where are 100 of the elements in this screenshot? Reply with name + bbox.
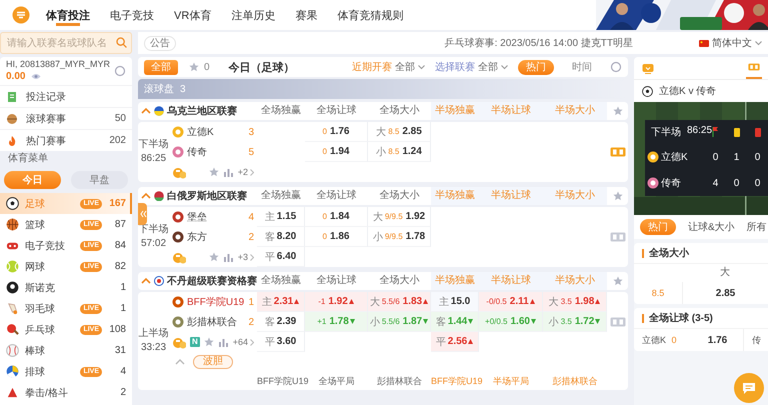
star-icon[interactable] bbox=[208, 252, 219, 262]
odds-cell[interactable]: 平 6.40 bbox=[257, 247, 305, 267]
odds-cell[interactable]: 大 5.5/6 1.83 bbox=[368, 292, 431, 312]
nav-tab[interactable]: 赛果 bbox=[293, 0, 320, 30]
column-header: 全场让球 bbox=[316, 188, 358, 203]
team-logo-icon bbox=[172, 126, 184, 138]
column-header: 全场让球 bbox=[316, 104, 358, 118]
column-header: 半场大小 bbox=[543, 187, 607, 205]
nav-tab[interactable]: 注单历史 bbox=[229, 0, 278, 30]
star-icon[interactable] bbox=[208, 167, 219, 177]
sport-item[interactable]: 斯诺克 1 bbox=[0, 277, 132, 298]
odds-cell[interactable]: 平 2.56 bbox=[431, 332, 479, 352]
column-header: 半场让球 bbox=[479, 272, 543, 290]
menu-item[interactable]: 投注记录 bbox=[0, 85, 132, 107]
shuttlecock-icon bbox=[6, 302, 19, 315]
column-header: 大 bbox=[719, 266, 731, 280]
collapse-icon[interactable] bbox=[138, 203, 147, 225]
nav-tab[interactable]: VR体育 bbox=[172, 0, 214, 30]
search-field[interactable]: 请输入联赛名或球队名 bbox=[0, 32, 132, 54]
odds-cell[interactable]: 大 8.5 2.85 bbox=[368, 122, 431, 142]
star-icon[interactable] bbox=[612, 106, 622, 116]
sport-item[interactable]: 拳击/格斗 2 bbox=[0, 382, 132, 403]
odds-cell[interactable]: 0 1.84 bbox=[305, 207, 368, 227]
odds-cell[interactable]: 客 8.20 bbox=[257, 227, 305, 247]
soccer-ball-icon bbox=[642, 86, 653, 96]
bar-chart-icon[interactable] bbox=[222, 252, 234, 262]
star-icon[interactable] bbox=[204, 337, 214, 347]
team-logo-icon bbox=[172, 231, 184, 243]
star-icon[interactable] bbox=[189, 62, 199, 72]
scoreboard-icon[interactable] bbox=[610, 317, 626, 327]
caret-down-icon bbox=[418, 64, 425, 70]
star-icon[interactable] bbox=[612, 276, 622, 286]
odds-cell[interactable]: 主 1.15 bbox=[257, 207, 305, 227]
match-clock: 86:25 bbox=[140, 152, 166, 166]
column-header: 全场让球 bbox=[316, 274, 358, 288]
odds-cell[interactable]: 小 9/9.5 1.78 bbox=[368, 227, 431, 247]
nav-tab[interactable]: 体育竞猜规则 bbox=[335, 0, 406, 30]
chevron-up-icon[interactable] bbox=[141, 107, 151, 115]
bar-chart-icon[interactable] bbox=[222, 166, 234, 178]
scoreboard-icon[interactable] bbox=[610, 147, 626, 157]
refresh-icon[interactable] bbox=[114, 65, 126, 77]
menu-icon[interactable] bbox=[12, 6, 30, 24]
balance: 0.00 bbox=[6, 70, 26, 83]
odds-cell[interactable]: 大 9/9.5 1.92 bbox=[368, 207, 431, 227]
odds-cell[interactable]: -0/0.5 2.11 bbox=[479, 292, 543, 312]
nav-tab[interactable]: 电子竞技 bbox=[108, 0, 156, 30]
sport-item[interactable]: 棒球 31 bbox=[0, 340, 132, 361]
odds-cell[interactable]: 0 1.94 bbox=[305, 142, 368, 162]
market-tab[interactable]: 让球&大小 bbox=[688, 219, 735, 235]
column-header: 全场独赢 bbox=[260, 104, 302, 118]
notice-label: 公告 bbox=[144, 36, 176, 50]
bar-chart-icon[interactable] bbox=[218, 336, 229, 348]
more-markets-link[interactable]: +2 bbox=[238, 167, 254, 177]
chevron-up-icon[interactable] bbox=[175, 358, 185, 366]
chat-icon bbox=[742, 382, 756, 394]
coins-icon bbox=[172, 165, 186, 179]
team-logo-icon bbox=[172, 146, 184, 158]
team-name: BFF学院U19 bbox=[187, 296, 244, 309]
refresh-icon[interactable] bbox=[610, 61, 622, 73]
tv-icon[interactable] bbox=[642, 62, 654, 74]
column-header: 全场大小 bbox=[378, 274, 420, 288]
triangle-icon bbox=[6, 386, 19, 399]
odds-cell[interactable]: -1 1.92 bbox=[305, 292, 368, 312]
star-icon[interactable] bbox=[612, 191, 622, 201]
menu-item[interactable]: 热门赛事 202 bbox=[0, 129, 132, 151]
odds-cell[interactable]: 主 2.31 bbox=[257, 292, 305, 312]
scoreboard-icon[interactable] bbox=[610, 232, 626, 242]
odds-cell[interactable]: 客 2.39 bbox=[257, 312, 305, 332]
odds-cell[interactable]: 小 8.5 1.24 bbox=[368, 142, 431, 162]
language-selector[interactable]: 简体中文 bbox=[699, 36, 762, 50]
market-tab[interactable]: 所有 bbox=[746, 219, 767, 235]
arrow-down-icon bbox=[530, 319, 536, 324]
odds-cell[interactable]: 平 3.60 bbox=[257, 332, 305, 352]
arrow-up-icon bbox=[348, 299, 354, 304]
card-icon bbox=[754, 128, 760, 136]
menu-item[interactable]: 滚球赛事 50 bbox=[0, 107, 132, 129]
chevron-up-icon[interactable] bbox=[141, 277, 151, 285]
column-header: 彭措林联合 bbox=[376, 375, 423, 388]
more-markets-link[interactable]: +3 bbox=[238, 252, 254, 262]
eye-icon[interactable] bbox=[31, 73, 42, 80]
sort-tab[interactable]: 时间 bbox=[564, 60, 600, 74]
odds-cell[interactable]: 主 15.0 bbox=[431, 292, 479, 312]
filter-dropdown[interactable]: 近期开赛 全部 bbox=[352, 60, 425, 74]
period-toggle[interactable]: 早盘 bbox=[71, 171, 128, 189]
filter-dropdown[interactable]: 选择联赛 全部 bbox=[435, 60, 508, 74]
odds-cell[interactable]: 0 1.86 bbox=[305, 227, 368, 247]
baseball-icon bbox=[6, 344, 19, 357]
chevron-up-icon[interactable] bbox=[141, 192, 151, 200]
coins-icon bbox=[172, 335, 186, 349]
team-score: 1 bbox=[248, 296, 254, 308]
odds-cell[interactable]: 大 3.5 1.98 bbox=[543, 292, 607, 312]
search-icon[interactable] bbox=[116, 37, 127, 48]
stat-value: 1 bbox=[734, 152, 740, 162]
neutral-badge: N bbox=[190, 337, 200, 347]
stat-value: 0 bbox=[734, 178, 740, 188]
more-markets-link[interactable]: +64 bbox=[232, 337, 254, 347]
billiard-ball-icon bbox=[6, 281, 19, 294]
flame-icon bbox=[6, 134, 18, 146]
match-period: 上半场 bbox=[138, 327, 168, 341]
odds-cell[interactable]: 0 1.76 bbox=[305, 122, 368, 142]
